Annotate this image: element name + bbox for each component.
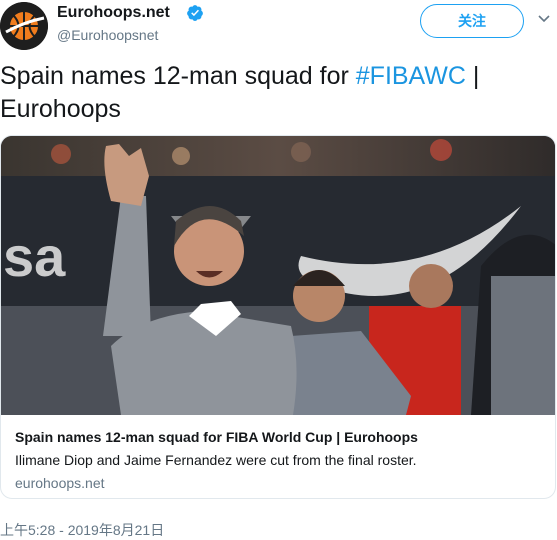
tweet-text-start: Spain names 12-man squad for bbox=[0, 62, 356, 90]
card-description: Ilimane Diop and Jaime Fernandez were cu… bbox=[15, 452, 417, 468]
basketball-logo-icon bbox=[0, 2, 48, 50]
tweet-header: Eurohoops.net @Eurohoopsnet 关注 bbox=[0, 0, 557, 56]
tweet-text: Spain names 12-man squad for #FIBAWC | E… bbox=[0, 60, 550, 126]
avatar[interactable] bbox=[0, 2, 48, 50]
card-image[interactable]: sa bbox=[1, 136, 556, 415]
chevron-down-icon[interactable] bbox=[536, 10, 552, 26]
card-body: Spain names 12-man squad for FIBA World … bbox=[15, 428, 545, 492]
account-handle[interactable]: @Eurohoopsnet bbox=[57, 27, 158, 43]
tweet-timestamp[interactable]: 上午5:28 - 2019年8月21日 bbox=[0, 520, 164, 540]
display-name[interactable]: Eurohoops.net bbox=[57, 4, 170, 22]
verified-badge-icon bbox=[187, 5, 203, 21]
hashtag-link[interactable]: #FIBAWC bbox=[356, 62, 466, 90]
card-domain[interactable]: eurohoops.net bbox=[15, 474, 545, 492]
link-card[interactable]: sa Spain names 12-man squad for FIBA Wor… bbox=[0, 135, 556, 499]
card-title[interactable]: Spain names 12-man squad for FIBA World … bbox=[15, 428, 545, 446]
svg-text:sa: sa bbox=[3, 225, 66, 288]
follow-button[interactable]: 关注 bbox=[420, 4, 524, 38]
